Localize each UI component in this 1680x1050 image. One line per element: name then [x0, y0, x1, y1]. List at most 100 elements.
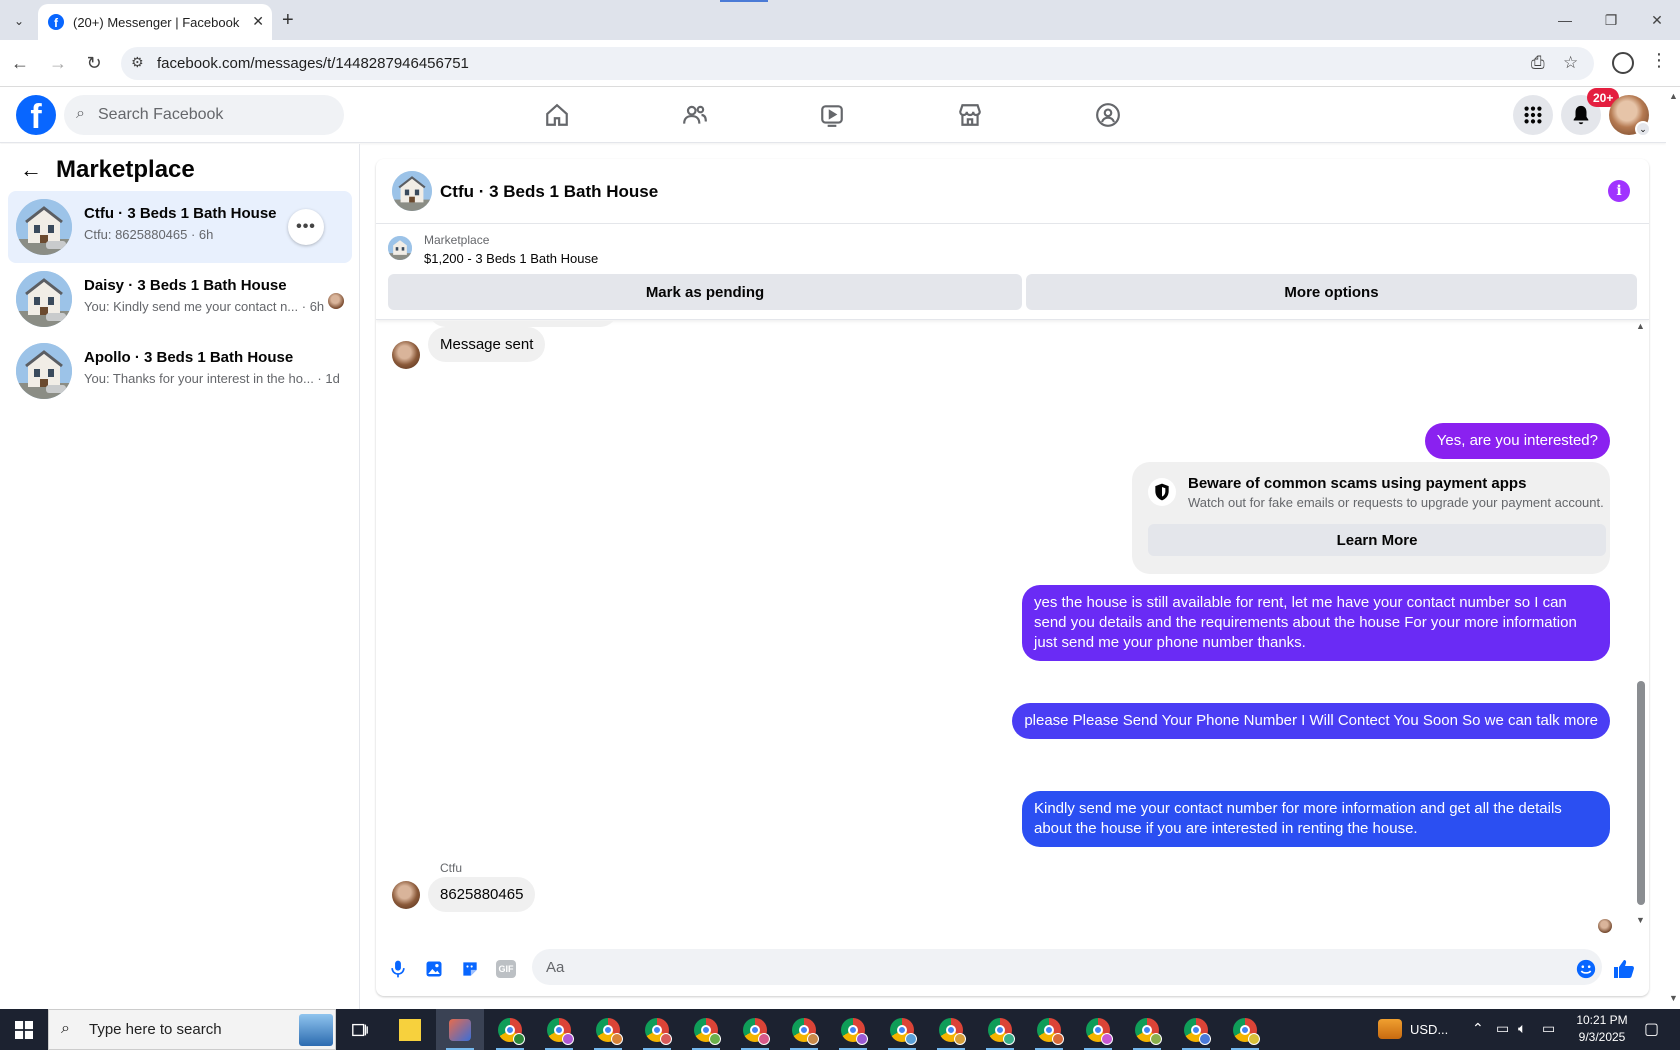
install-app-icon[interactable]: ⎙ — [1531, 53, 1545, 73]
chat-scrollbar-thumb[interactable] — [1637, 681, 1645, 905]
chrome-window-icon[interactable] — [976, 1009, 1024, 1050]
reload-icon[interactable]: ↻ — [82, 51, 106, 75]
groups-icon[interactable] — [1088, 97, 1128, 133]
window-controls: — ❐ ✕ — [1542, 0, 1680, 40]
scam-warning-card: Beware of common scams using payment app… — [1132, 462, 1610, 574]
chrome-window-icon[interactable] — [535, 1009, 583, 1050]
menu-grid-icon[interactable] — [1513, 95, 1553, 135]
chat-title[interactable]: Ctfu · 3 Beds 1 Bath House — [440, 182, 658, 202]
chrome-window-icon[interactable] — [927, 1009, 975, 1050]
restore-icon[interactable]: ❐ — [1588, 0, 1634, 40]
chrome-window-icon[interactable] — [1123, 1009, 1171, 1050]
new-tab-button[interactable]: + — [282, 9, 294, 32]
marketplace-icon[interactable] — [950, 97, 990, 133]
chrome-window-icon[interactable] — [829, 1009, 877, 1050]
taskbar-search-input[interactable] — [89, 1010, 289, 1049]
page-scroll-up-icon[interactable]: ▲ — [1669, 91, 1678, 101]
volume-icon[interactable]: 🔈︎ — [1518, 1020, 1526, 1037]
sticker-icon[interactable] — [458, 957, 482, 981]
tray-device-icon[interactable]: ▭ — [1496, 1020, 1509, 1037]
tab-close-icon[interactable]: ✕ — [252, 13, 264, 30]
taskbar-clock[interactable]: 10:21 PM 9/3/2025 — [1570, 1012, 1634, 1046]
clock-time: 10:21 PM — [1576, 1013, 1628, 1027]
chat-house-thumbnail[interactable] — [392, 171, 432, 211]
chrome-window-icon[interactable] — [682, 1009, 730, 1050]
like-thumbs-up-icon[interactable] — [1612, 957, 1636, 981]
mark-as-pending-button[interactable]: Mark as pending — [388, 274, 1022, 310]
chrome-window-icon[interactable] — [780, 1009, 828, 1050]
chrome-window-icon[interactable] — [584, 1009, 632, 1050]
currency-widget-text[interactable]: USD... — [1410, 1022, 1448, 1037]
scroll-up-arrow-icon[interactable]: ▲ — [1636, 321, 1645, 331]
windows-start-icon[interactable] — [0, 1009, 48, 1050]
incoming-message[interactable]: Message sent — [428, 327, 546, 362]
window-close-icon[interactable]: ✕ — [1634, 0, 1680, 40]
chrome-window-icon[interactable] — [1074, 1009, 1122, 1050]
browser-menu-icon[interactable]: ⋮ — [1650, 50, 1668, 71]
snipping-tool-icon[interactable] — [436, 1009, 484, 1050]
address-bar[interactable]: ⚙ facebook.com/messages/t/14482879464567… — [121, 47, 1594, 80]
browser-tab-messenger[interactable]: f (20+) Messenger | Facebook ✕ — [38, 4, 272, 40]
outgoing-message[interactable]: yes the house is still available for ren… — [1022, 585, 1610, 661]
outgoing-message[interactable]: Kindly send me your contact number for m… — [1022, 791, 1610, 847]
chrome-window-icon[interactable] — [878, 1009, 926, 1050]
account-chevron-down-icon[interactable]: ⌄ — [1635, 121, 1651, 137]
photo-icon[interactable] — [422, 957, 446, 981]
bookmark-star-icon[interactable]: ☆ — [1563, 53, 1578, 73]
taskbar-search[interactable]: ⌕ — [48, 1009, 336, 1050]
facebook-search[interactable]: ⌕ — [64, 95, 344, 135]
forward-arrow-icon[interactable]: → — [46, 51, 70, 75]
conversation-item-ctfu[interactable]: Ctfu · 3 Beds 1 Bath House Ctfu: 8625880… — [8, 191, 352, 263]
outgoing-message[interactable]: please Please Send Your Phone Number I W… — [1012, 703, 1610, 739]
sender-avatar[interactable] — [392, 881, 420, 909]
browser-profile-icon[interactable] — [1612, 52, 1634, 74]
conversation-preview: Ctfu: 8625880465 · 6h — [84, 227, 214, 242]
conversation-info-icon[interactable]: i — [1608, 180, 1630, 202]
conversation-item-apollo[interactable]: Apollo · 3 Beds 1 Bath House You: Thanks… — [8, 335, 352, 407]
friends-icon[interactable] — [675, 97, 715, 133]
tab-search-chevron-icon[interactable]: ⌄ — [8, 10, 30, 32]
tray-chevron-up-icon[interactable]: ⌃ — [1472, 1020, 1484, 1037]
microphone-icon[interactable] — [386, 957, 410, 981]
outgoing-message[interactable]: Yes, are you interested? — [1424, 423, 1610, 459]
gif-icon[interactable]: GIF — [494, 957, 518, 981]
house-thumbnail — [16, 343, 72, 399]
site-info-icon[interactable]: ⚙ — [131, 54, 144, 71]
incoming-message[interactable]: 8625880465 — [428, 877, 536, 912]
chrome-window-icon[interactable] — [731, 1009, 779, 1050]
chrome-window-icon[interactable] — [1172, 1009, 1220, 1050]
conversation-more-button[interactable]: ••• — [288, 209, 324, 245]
message-input[interactable] — [532, 949, 1602, 985]
conversation-item-daisy[interactable]: Daisy · 3 Beds 1 Bath House You: Kindly … — [8, 263, 352, 335]
learn-more-button[interactable]: Learn More — [1148, 524, 1606, 556]
video-icon[interactable] — [812, 97, 852, 133]
chat-scrollbar[interactable]: ▲ ▼ — [1634, 321, 1648, 941]
sender-avatar[interactable] — [392, 341, 420, 369]
chrome-window-icon[interactable] — [1025, 1009, 1073, 1050]
minimize-icon[interactable]: — — [1542, 0, 1588, 40]
clock-date: 9/3/2025 — [1578, 1030, 1626, 1044]
network-icon[interactable]: ▭ — [1542, 1020, 1555, 1037]
emoji-icon[interactable] — [1574, 957, 1598, 981]
facebook-logo-icon[interactable]: f — [16, 95, 56, 135]
sticky-notes-icon[interactable] — [386, 1009, 434, 1050]
notification-center-icon[interactable]: ▢ — [1644, 1019, 1659, 1039]
chrome-window-icon[interactable] — [486, 1009, 534, 1050]
more-options-button[interactable]: More options — [1026, 274, 1637, 310]
home-icon[interactable] — [537, 97, 577, 133]
back-arrow-icon[interactable]: ← — [20, 157, 42, 183]
listing-price-title[interactable]: $1,200 - 3 Beds 1 Bath House — [424, 251, 598, 266]
page-scroll-down-icon[interactable]: ▼ — [1669, 993, 1678, 1003]
listing-thumbnail[interactable] — [388, 236, 412, 260]
currency-widget-icon[interactable] — [1378, 1019, 1402, 1039]
listing-bar: Marketplace $1,200 - 3 Beds 1 Bath House… — [376, 224, 1649, 320]
page-scrollbar[interactable]: ▲ ▼ — [1666, 87, 1680, 1009]
facebook-search-input[interactable] — [98, 95, 338, 135]
taskbar-search-icon: ⌕ — [61, 1020, 70, 1037]
facebook-favicon-icon: f — [48, 14, 64, 30]
task-view-icon[interactable] — [336, 1009, 384, 1050]
chrome-window-icon[interactable] — [1221, 1009, 1269, 1050]
scroll-down-arrow-icon[interactable]: ▼ — [1636, 915, 1645, 925]
back-arrow-icon[interactable]: ← — [8, 51, 32, 75]
chrome-window-icon[interactable] — [633, 1009, 681, 1050]
